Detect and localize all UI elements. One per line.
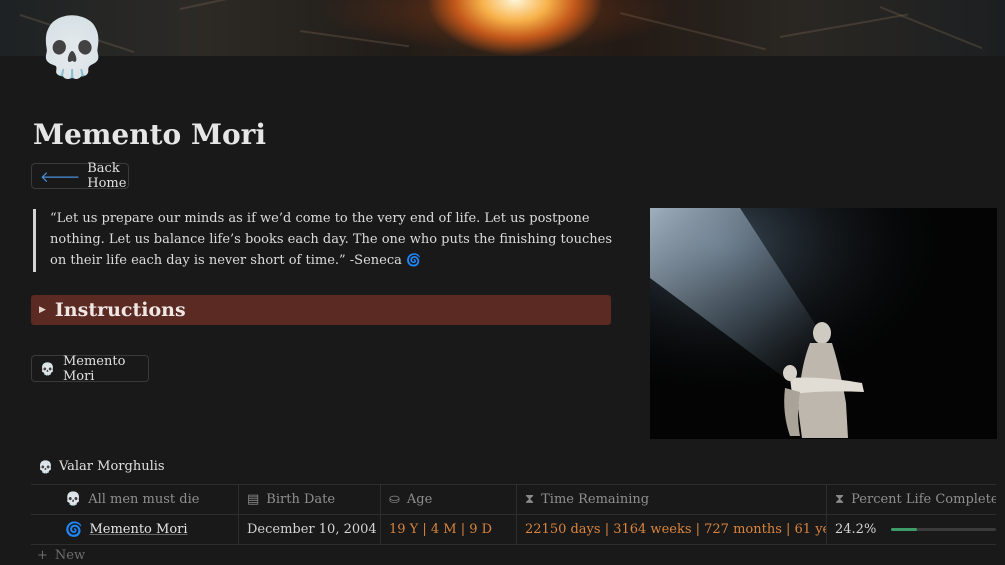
progress-bar [891,528,996,531]
column-label: All men must die [88,492,200,507]
calendar-icon: ▤ [247,492,260,507]
column-label: Percent Life Complete [851,492,996,507]
plus-icon: + [37,548,48,563]
column-header-age[interactable]: ⛀ Age [381,485,517,514]
back-home-label: Back Home [87,161,127,191]
instructions-toggle[interactable]: ▶ Instructions [31,295,611,325]
new-row-button[interactable]: + New [37,548,85,563]
page-title: Memento Mori [33,118,267,151]
skull-icon: 💀 [40,361,55,376]
column-header-percent[interactable]: ⧗ Percent Life Complete [827,485,996,514]
skull-icon: 💀 [38,459,53,474]
seneca-quote: “Let us prepare our minds as if we’d com… [33,209,620,272]
row-age-cell[interactable]: 19 Y | 4 M | 9 D [381,515,517,544]
spiral-icon: 🌀 [406,253,421,267]
memento-mori-button[interactable]: 💀 Memento Mori [31,353,149,384]
pieta-image [650,208,997,439]
memento-mori-button-label: Memento Mori [62,353,126,384]
progress-fill [891,528,917,531]
skull-icon: 💀 [65,492,82,507]
age-value: 19 Y | 4 M | 9 D [389,522,493,537]
row-birth-date-cell[interactable]: December 10, 2004 [239,515,381,544]
instructions-title: Instructions [54,299,186,321]
column-label: Age [406,492,433,507]
memento-table: 💀 All men must die ▤ Birth Date ⛀ Age ⧗ … [31,484,996,545]
cake-icon: ⛀ [389,492,400,507]
time-remaining-value: 22150 days | 3164 weeks | 727 months | 6… [525,522,827,537]
hourglass-icon: ⧗ [525,492,535,507]
database-title-label: Valar Morghulis [58,459,165,474]
spiral-icon: 🌀 [65,521,83,538]
row-percent-cell[interactable]: 24.2% [827,515,996,544]
database-title[interactable]: 💀 Valar Morghulis [38,459,165,474]
birth-date-value: December 10, 2004 [247,522,377,537]
column-label: Time Remaining [541,492,650,507]
new-row-label: New [54,548,86,563]
quote-text: “Let us prepare our minds as if we’d com… [50,211,612,268]
column-header-name[interactable]: 💀 All men must die [31,485,239,514]
column-label: Birth Date [266,492,336,507]
triangle-right-icon[interactable]: ▶ [39,305,46,315]
column-header-time-remaining[interactable]: ⧗ Time Remaining [517,485,827,514]
table-row[interactable]: 🌀 Memento Mori December 10, 2004 19 Y | … [31,515,996,545]
row-name-link[interactable]: Memento Mori [89,522,187,537]
cover-image [0,0,1005,56]
table-header-row: 💀 All men must die ▤ Birth Date ⛀ Age ⧗ … [31,485,996,515]
row-time-remaining-cell[interactable]: 22150 days | 3164 weeks | 727 months | 6… [517,515,827,544]
back-home-button[interactable]: 🡐 Back Home [31,161,129,191]
percent-value: 24.2% [835,522,877,537]
hourglass-icon: ⧗ [835,492,845,507]
arrow-left-icon: 🡐 [40,167,81,186]
row-name-cell[interactable]: 🌀 Memento Mori [31,515,239,544]
column-header-birth-date[interactable]: ▤ Birth Date [239,485,381,514]
page-skull-icon[interactable]: 💀 [36,18,108,76]
